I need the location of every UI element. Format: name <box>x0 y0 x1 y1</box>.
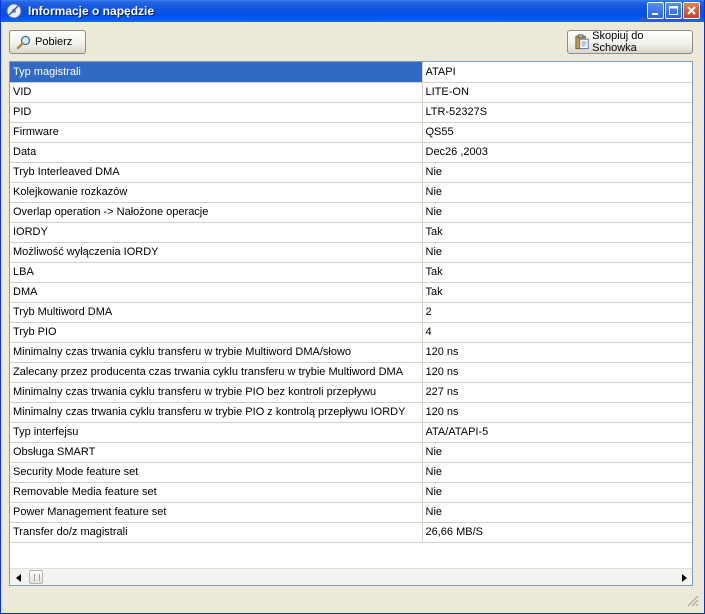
property-name[interactable]: Tryb Multiword DMA <box>10 302 423 323</box>
minimize-icon <box>652 13 658 15</box>
property-name[interactable]: IORDY <box>10 222 423 243</box>
property-name[interactable]: Tryb Interleaved DMA <box>10 162 423 183</box>
property-value[interactable]: Nie <box>422 502 692 523</box>
resize-grip-icon[interactable] <box>685 593 699 607</box>
disc-icon <box>6 3 22 19</box>
table-row[interactable]: Transfer do/z magistrali 26,66 MB/S <box>10 522 692 543</box>
get-button-label: Pobierz <box>35 36 73 48</box>
property-value[interactable]: Nie <box>422 162 692 183</box>
property-value[interactable]: 4 <box>422 322 692 343</box>
table-row[interactable]: IORDY Tak <box>10 222 692 243</box>
property-name[interactable]: Removable Media feature set <box>10 482 423 503</box>
property-name[interactable]: Obsługa SMART <box>10 442 423 463</box>
property-name[interactable]: Zalecany przez producenta czas trwania c… <box>10 362 423 383</box>
property-name[interactable]: Transfer do/z magistrali <box>10 522 423 543</box>
table-row[interactable]: Kolejkowanie rozkazów Nie <box>10 182 692 203</box>
property-name[interactable]: Minimalny czas trwania cyklu transferu w… <box>10 382 423 403</box>
table-row[interactable]: Tryb Interleaved DMA Nie <box>10 162 692 183</box>
properties-table: Typ magistrali ATAPI VID LITE-ON PID LTR-52… <box>10 62 692 543</box>
maximize-icon <box>669 6 678 15</box>
property-value[interactable]: Nie <box>422 242 692 263</box>
property-value[interactable]: Tak <box>422 282 692 303</box>
property-name[interactable]: Power Management feature set <box>10 502 423 523</box>
horizontal-scrollbar[interactable] <box>10 568 692 585</box>
property-value[interactable]: Tak <box>422 262 692 283</box>
scrollbar-thumb[interactable] <box>29 570 43 584</box>
arrow-right-icon <box>681 573 687 582</box>
close-icon <box>687 6 696 15</box>
property-name[interactable]: Typ interfejsu <box>10 422 423 443</box>
table-row[interactable]: Minimalny czas trwania cyklu transferu w… <box>10 402 692 423</box>
table-row[interactable]: LBA Tak <box>10 262 692 283</box>
title-bar[interactable]: Informacje o napędzie <box>1 0 704 22</box>
property-name[interactable]: Minimalny czas trwania cyklu transferu w… <box>10 402 423 423</box>
get-button[interactable]: Pobierz <box>9 30 86 54</box>
drive-info-window: Informacje o napędzie Pobierz Skopiuj do… <box>0 0 705 614</box>
table-row[interactable]: Overlap operation -> Nałożone operacje Ni… <box>10 202 692 223</box>
property-name[interactable]: Overlap operation -> Nałożone operacje <box>10 202 423 223</box>
minimize-button[interactable] <box>647 2 664 19</box>
property-value[interactable]: 120 ns <box>422 402 692 423</box>
property-name[interactable]: Security Mode feature set <box>10 462 423 483</box>
table-row[interactable]: Data Dec26 ,2003 <box>10 142 692 163</box>
property-name[interactable]: Możliwość wyłączenia IORDY <box>10 242 423 263</box>
property-name[interactable]: Minimalny czas trwania cyklu transferu w… <box>10 342 423 363</box>
table-row[interactable]: Obsługa SMART Nie <box>10 442 692 463</box>
table-row[interactable]: Minimalny czas trwania cyklu transferu w… <box>10 342 692 363</box>
table-row[interactable]: Removable Media feature set Nie <box>10 482 692 503</box>
property-value[interactable]: Nie <box>422 202 692 223</box>
property-name[interactable]: Typ magistrali <box>10 62 423 83</box>
magnifier-icon <box>16 35 31 50</box>
table-row[interactable]: Tryb Multiword DMA 2 <box>10 302 692 323</box>
table-row[interactable]: VID LITE-ON <box>10 82 692 103</box>
property-name[interactable]: VID <box>10 82 423 103</box>
drive-info-grid[interactable]: Typ magistrali ATAPI VID LITE-ON PID LTR-52… <box>9 61 693 586</box>
property-value[interactable]: Nie <box>422 482 692 503</box>
table-row[interactable]: PID LTR-52327S <box>10 102 692 123</box>
table-row[interactable]: Tryb PIO 4 <box>10 322 692 343</box>
table-row[interactable]: Power Management feature set Nie <box>10 502 692 523</box>
table-row[interactable]: Typ interfejsu ATA/ATAPI-5 <box>10 422 692 443</box>
table-row[interactable]: Zalecany przez producenta czas trwania c… <box>10 362 692 383</box>
property-value[interactable]: LITE-ON <box>422 82 692 103</box>
table-row[interactable]: Typ magistrali ATAPI <box>10 62 692 83</box>
table-row[interactable]: Możliwość wyłączenia IORDY Nie <box>10 242 692 263</box>
table-row[interactable]: Security Mode feature set Nie <box>10 462 692 483</box>
table-row[interactable]: Minimalny czas trwania cyklu transferu w… <box>10 382 692 403</box>
property-value[interactable]: Tak <box>422 222 692 243</box>
property-value[interactable]: ATA/ATAPI-5 <box>422 422 692 443</box>
property-value[interactable]: Nie <box>422 462 692 483</box>
property-value[interactable]: ATAPI <box>422 62 692 83</box>
property-name[interactable]: Tryb PIO <box>10 322 423 343</box>
property-value[interactable]: LTR-52327S <box>422 102 692 123</box>
property-value[interactable]: QS55 <box>422 122 692 143</box>
property-value[interactable]: 2 <box>422 302 692 323</box>
property-value[interactable]: Nie <box>422 442 692 463</box>
table-row[interactable]: DMA Tak <box>10 282 692 303</box>
property-value[interactable]: 120 ns <box>422 342 692 363</box>
window-title: Informacje o napędzie <box>28 4 155 18</box>
property-name[interactable]: DMA <box>10 282 423 303</box>
scroll-right-button[interactable] <box>675 569 692 585</box>
maximize-button[interactable] <box>665 2 682 19</box>
clipboard-icon <box>575 34 589 50</box>
property-value[interactable]: 227 ns <box>422 382 692 403</box>
copy-button-label: Skopiuj do Schowka <box>592 30 644 54</box>
scroll-left-button[interactable] <box>10 569 27 585</box>
property-name[interactable]: PID <box>10 102 423 123</box>
property-name[interactable]: LBA <box>10 262 423 283</box>
property-value[interactable]: Nie <box>422 182 692 203</box>
close-button[interactable] <box>683 2 700 19</box>
property-value[interactable]: Dec26 ,2003 <box>422 142 692 163</box>
property-name[interactable]: Kolejkowanie rozkazów <box>10 182 423 203</box>
property-value[interactable]: 26,66 MB/S <box>422 522 692 543</box>
copy-to-clipboard-button[interactable]: Skopiuj do Schowka <box>567 30 693 54</box>
property-value[interactable]: 120 ns <box>422 362 692 383</box>
property-name[interactable]: Data <box>10 142 423 163</box>
property-name[interactable]: Firmware <box>10 122 423 143</box>
arrow-left-icon <box>15 573 21 582</box>
table-row[interactable]: Firmware QS55 <box>10 122 692 143</box>
